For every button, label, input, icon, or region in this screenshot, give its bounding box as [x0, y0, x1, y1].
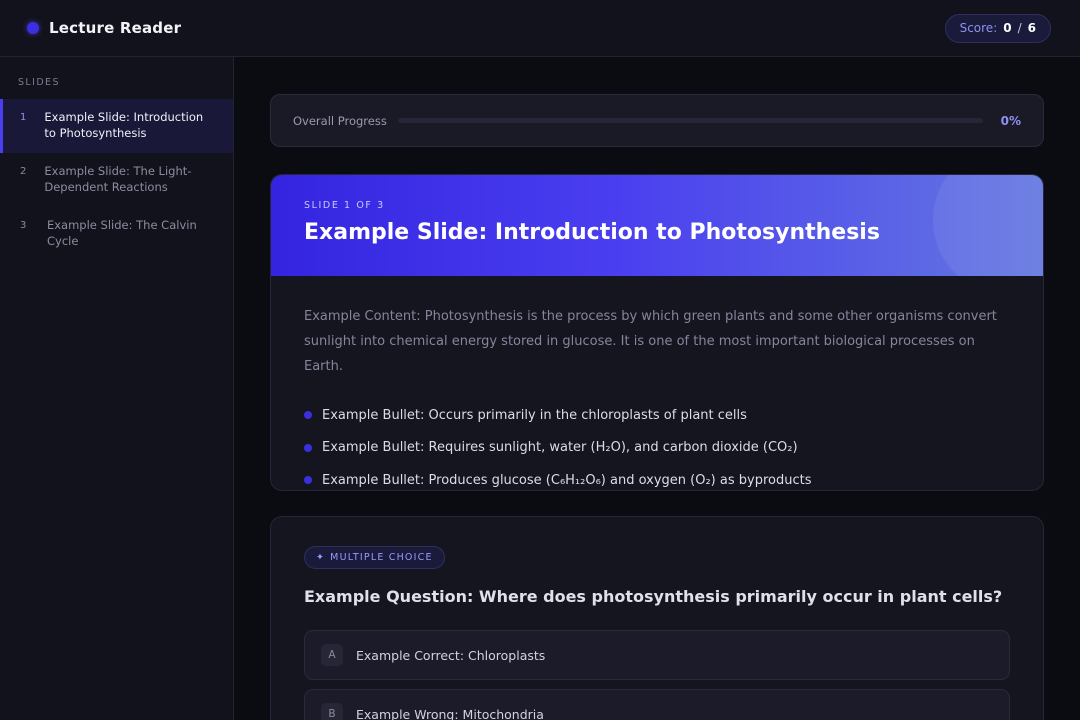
score-current: 0 [1003, 21, 1012, 35]
option-text: Example Correct: Chloroplasts [356, 647, 546, 663]
bullet-text: Example Bullet: Requires sunlight, water… [322, 440, 798, 456]
app-root: Lecture Reader Score: 0 / 6 SLIDES 1 Exa… [0, 0, 1080, 720]
slides-sidebar: SLIDES 1 Example Slide: Introduction to … [0, 57, 234, 720]
slide-header: SLIDE 1 OF 3 Example Slide: Introduction… [271, 175, 1043, 276]
slide-body: Example Content: Photosynthesis is the p… [271, 276, 1043, 490]
bullet-dot-icon [304, 411, 312, 420]
app-title: Lecture Reader [49, 19, 182, 37]
brand-logo-icon [27, 22, 39, 34]
top-bar: Lecture Reader Score: 0 / 6 [0, 0, 1080, 57]
score-separator: / [1017, 21, 1022, 35]
bullet-dot-icon [304, 443, 312, 452]
slide-label: Example Slide: The Calvin Cycle [46, 218, 197, 248]
slide-intro-text: Example Content: Photosynthesis is the p… [304, 309, 997, 374]
progress-card: Overall Progress 0% [270, 94, 1044, 147]
bullet-item: Example Bullet: Occurs primarily in the … [304, 399, 1010, 432]
answer-option-a[interactable]: A Example Correct: Chloroplasts [304, 630, 1010, 680]
option-letter: A [321, 644, 343, 666]
question-type-label: MULTIPLE CHOICE [330, 552, 433, 563]
score-label: Score: [959, 21, 998, 35]
slide-card: SLIDE 1 OF 3 Example Slide: Introduction… [270, 174, 1044, 491]
progress-label: Overall Progress [293, 113, 387, 128]
slide-counter: SLIDE 1 OF 3 [304, 200, 385, 211]
option-letter: B [321, 703, 343, 720]
main-content: Overall Progress 0% SLIDE 1 OF 3 Example… [234, 57, 1080, 720]
option-text: Example Wrong: Mitochondria [356, 706, 544, 720]
question-card: ✦ MULTIPLE CHOICE Example Question: Wher… [270, 516, 1044, 720]
bullet-text: Example Bullet: Occurs primarily in the … [322, 407, 747, 423]
sidebar-item-slide-2[interactable]: 2 Example Slide: The Light-Dependent Rea… [0, 153, 233, 207]
bullet-dot-icon [304, 476, 312, 485]
sidebar-item-slide-3[interactable]: 3 Example Slide: The Calvin Cycle [0, 207, 233, 261]
question-text: Example Question: Where does photosynthe… [304, 587, 1003, 606]
slide-label: Example Slide: The Light-Dependent React… [44, 164, 192, 194]
sparkle-icon: ✦ [316, 552, 326, 563]
brand: Lecture Reader [27, 19, 181, 37]
bullet-text: Example Bullet: Produces glucose (C₆H₁₂O… [322, 472, 812, 488]
answer-option-b[interactable]: B Example Wrong: Mitochondria [304, 689, 1010, 720]
bullet-list: Example Bullet: Occurs primarily in the … [304, 399, 1010, 490]
score-total: 6 [1027, 21, 1036, 35]
slide-number: 2 [20, 166, 27, 177]
slide-label: Example Slide: Introduction to Photosynt… [44, 110, 204, 140]
sidebar-heading: SLIDES [18, 77, 60, 88]
progress-bar [398, 118, 983, 123]
bullet-item: Example Bullet: Produces glucose (C₆H₁₂O… [304, 464, 1010, 490]
question-type-badge: ✦ MULTIPLE CHOICE [304, 546, 445, 569]
progress-percent: 0% [1000, 113, 1021, 128]
slide-number: 1 [20, 112, 27, 123]
slide-number: 3 [20, 220, 27, 231]
sidebar-item-slide-1[interactable]: 1 Example Slide: Introduction to Photosy… [0, 99, 233, 153]
bullet-item: Example Bullet: Requires sunlight, water… [304, 432, 1010, 465]
score-badge: Score: 0 / 6 [944, 13, 1051, 43]
slide-title: Example Slide: Introduction to Photosynt… [304, 220, 880, 245]
decorative-circle [933, 175, 1043, 276]
